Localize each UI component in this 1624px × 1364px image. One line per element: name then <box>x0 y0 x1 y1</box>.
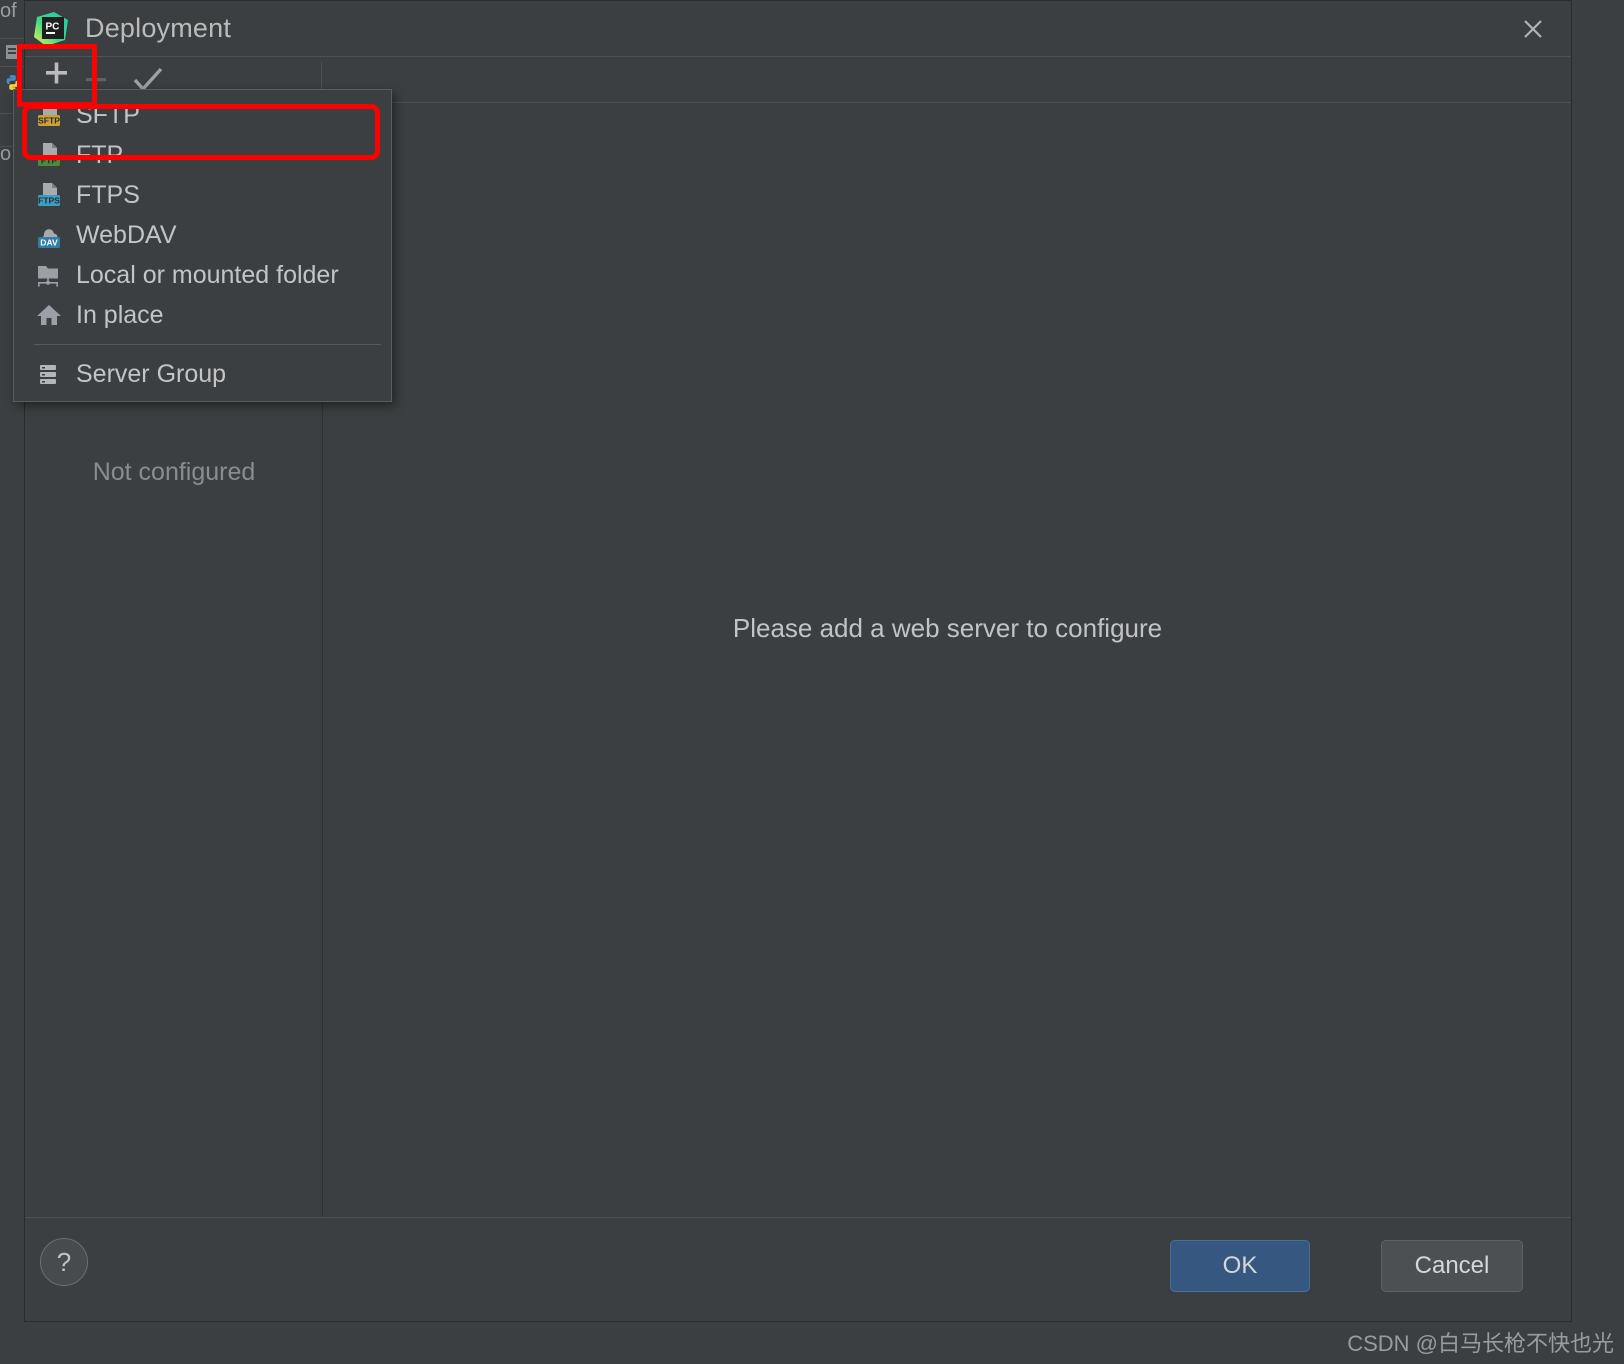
menu-item-label: FTPS <box>76 180 140 209</box>
ok-button[interactable]: OK <box>1170 1240 1310 1292</box>
pycharm-logo-icon: PC <box>34 12 68 46</box>
home-icon <box>34 300 64 330</box>
menu-item-ftp[interactable]: FTP FTP <box>14 135 391 175</box>
menu-item-label: SFTP <box>76 100 140 129</box>
not-configured-label: Not configured <box>92 458 256 486</box>
server-stack-icon <box>34 359 64 389</box>
ftps-server-icon: FTPS <box>34 180 64 210</box>
file-icon <box>6 45 18 59</box>
menu-item-local-or-mounted-folder[interactable]: Local or mounted folder <box>14 255 391 295</box>
menu-item-label: FTP <box>76 140 124 169</box>
menu-item-sftp[interactable]: SFTP SFTP <box>14 95 391 135</box>
menu-separator <box>34 344 381 345</box>
add-server-popup-menu: SFTP SFTP FTP FTP FTPS FTPS DAV WebDAV Local or … <box>13 89 392 402</box>
menu-item-in-place[interactable]: In place <box>14 295 391 335</box>
svg-text:FTP: FTP <box>41 155 57 165</box>
menu-item-server-group[interactable]: Server Group <box>14 354 391 394</box>
ftp-server-icon: FTP <box>34 140 64 170</box>
svg-text:FTPS: FTPS <box>38 195 60 205</box>
svg-text:PC: PC <box>46 22 60 33</box>
dialog-footer: ? OK Cancel <box>25 1217 1571 1321</box>
svg-text:SFTP: SFTP <box>38 115 60 125</box>
empty-state-message: Please add a web server to configure <box>732 613 1163 643</box>
menu-item-label: Server Group <box>76 359 227 388</box>
webdav-cloud-icon: DAV <box>34 220 64 250</box>
dialog-title: Deployment <box>85 13 232 43</box>
ide-divider <box>0 66 24 67</box>
ide-background-text-top: of <box>0 0 17 22</box>
sftp-server-icon: SFTP <box>34 100 64 130</box>
menu-item-list: SFTP SFTP FTP FTP FTPS FTPS DAV WebDAV Local or … <box>14 95 391 335</box>
menu-item-label: Local or mounted folder <box>76 260 339 289</box>
csdn-watermark: CSDN @白马长枪不快也光 <box>1347 1331 1614 1356</box>
menu-item-label: WebDAV <box>76 220 177 249</box>
server-details-pane: Please add a web server to configure <box>324 103 1571 1217</box>
svg-text:DAV: DAV <box>40 237 58 247</box>
menu-item-ftps[interactable]: FTPS FTPS <box>14 175 391 215</box>
menu-item-label: In place <box>76 300 164 329</box>
ide-background-text-bottom: o <box>0 143 12 165</box>
dialog-titlebar: PC Deployment <box>25 1 1571 57</box>
close-icon[interactable] <box>1515 11 1551 47</box>
cancel-button[interactable]: Cancel <box>1381 1240 1523 1292</box>
network-folder-icon <box>34 260 64 290</box>
help-button[interactable]: ? <box>40 1238 88 1286</box>
menu-item-webdav[interactable]: DAV WebDAV <box>14 215 391 255</box>
ide-divider <box>0 38 24 39</box>
